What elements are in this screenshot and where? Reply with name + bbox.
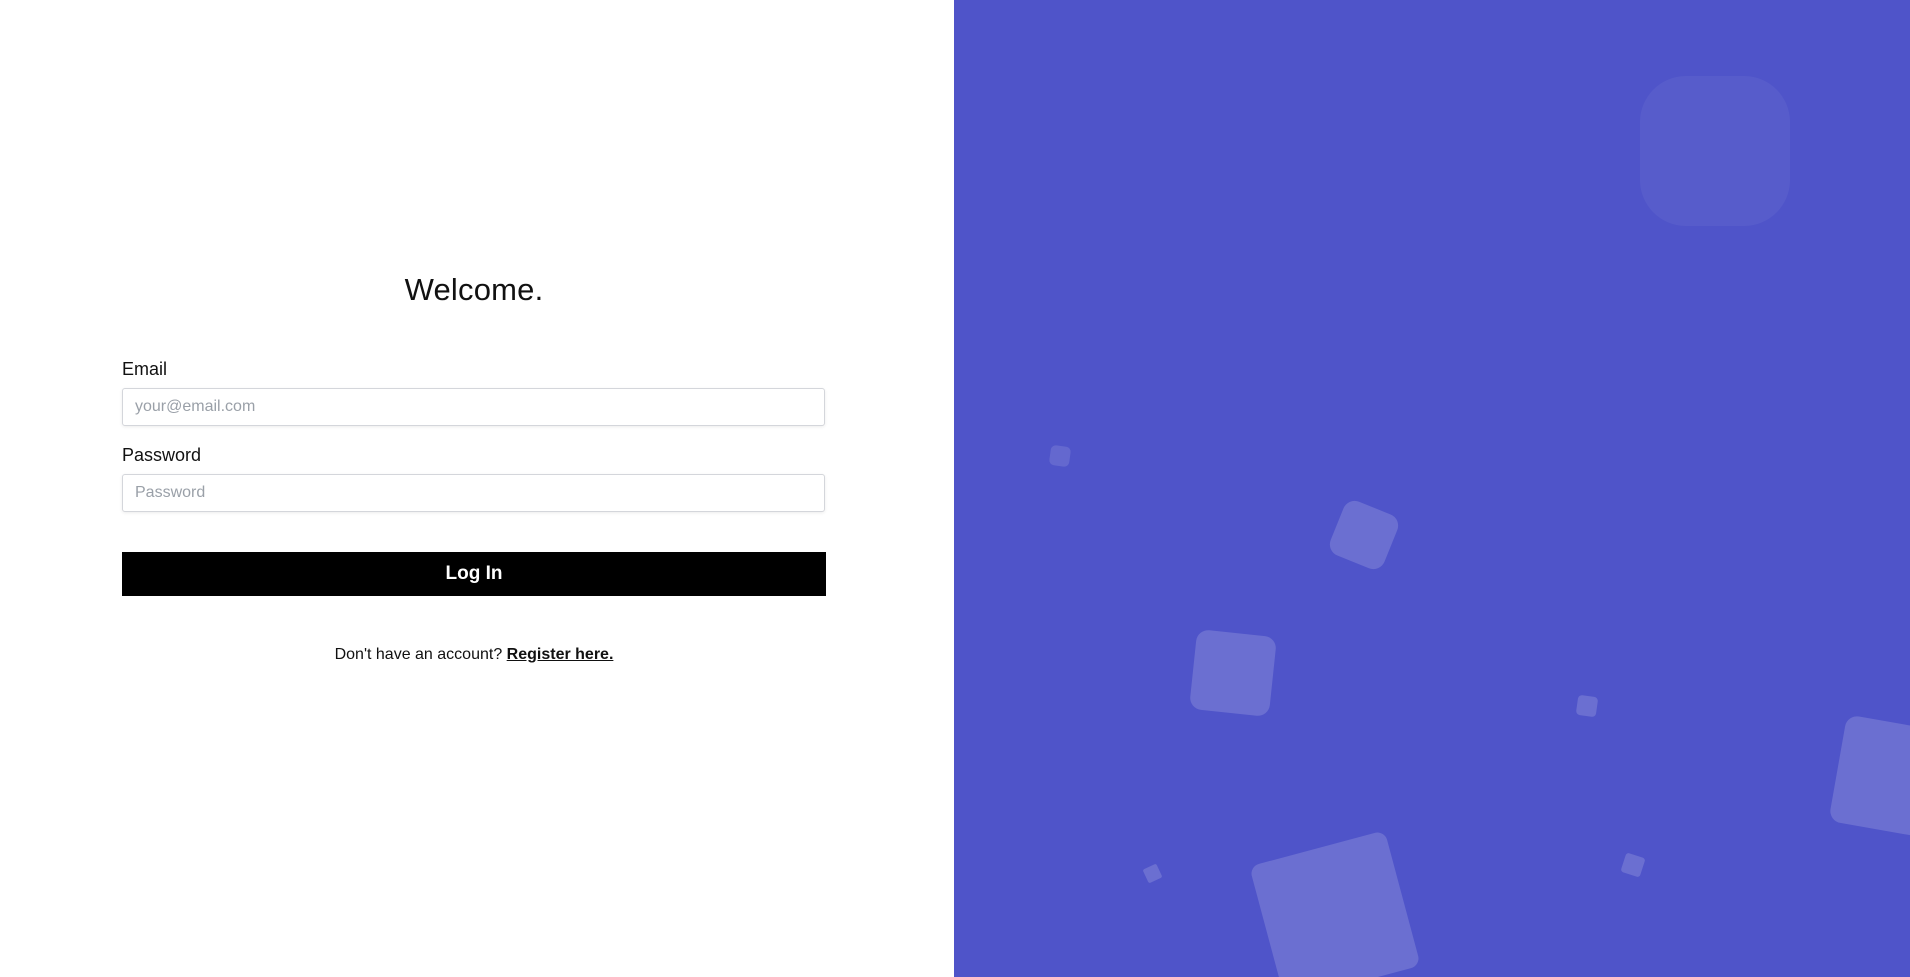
register-link[interactable]: Register here. xyxy=(507,646,614,663)
email-field[interactable] xyxy=(122,388,825,426)
decorative-small-square xyxy=(1620,852,1646,878)
password-label: Password xyxy=(122,445,202,465)
login-page: Welcome. Email Password Log In Don't hav… xyxy=(0,0,1910,977)
decorative-small-square xyxy=(1142,863,1163,884)
login-button[interactable]: Log In xyxy=(122,552,826,596)
register-prompt-line: Don't have an account? Register here. xyxy=(0,646,948,664)
decorative-small-square xyxy=(1575,694,1599,718)
welcome-title: Welcome. xyxy=(404,272,544,307)
decorative-large-square xyxy=(1249,830,1421,977)
password-field[interactable] xyxy=(122,474,825,512)
decorative-rounded-square xyxy=(1640,76,1790,226)
login-form-panel: Welcome. Email Password Log In Don't hav… xyxy=(0,0,954,977)
decorative-square xyxy=(1189,629,1277,717)
decorative-small-square xyxy=(1048,444,1072,468)
decorative-panel xyxy=(954,0,1910,977)
email-label: Email xyxy=(122,359,168,379)
register-prompt-text: Don't have an account? xyxy=(334,646,503,663)
decorative-large-square xyxy=(1828,714,1910,840)
decorative-square xyxy=(1326,497,1402,573)
